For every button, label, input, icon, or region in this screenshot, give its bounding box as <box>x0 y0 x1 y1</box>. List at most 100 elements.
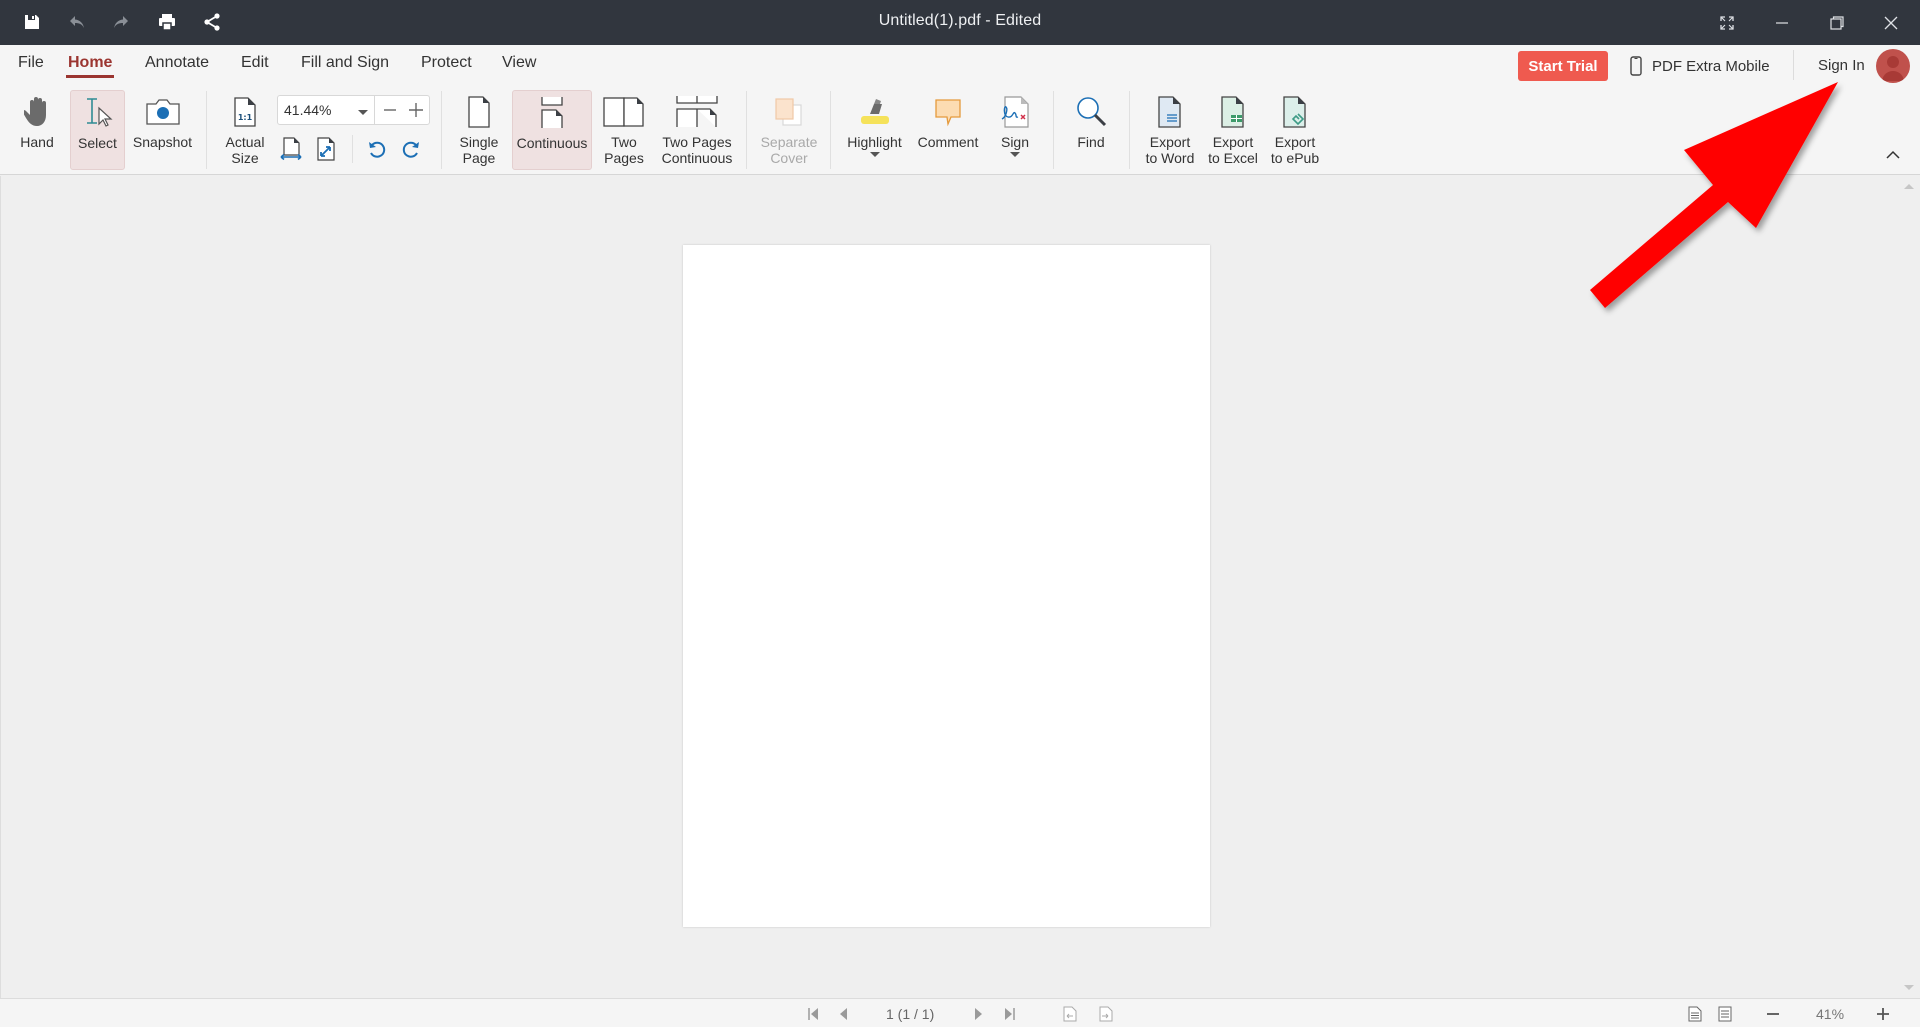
tab-annotate[interactable]: Annotate <box>145 54 209 78</box>
single-page-view-icon <box>1688 1006 1702 1022</box>
last-page-button[interactable] <box>1002 1004 1018 1024</box>
single-page-button[interactable]: Single Page <box>455 90 503 170</box>
fit-page-button[interactable] <box>313 136 339 162</box>
rotate-left-icon <box>369 141 386 158</box>
comment-button[interactable]: Comment <box>914 90 982 170</box>
divider <box>1053 91 1054 169</box>
plus-icon <box>409 103 423 117</box>
actual-size-button[interactable]: 1:1 Actual Size <box>222 90 268 170</box>
hand-label: Hand <box>20 134 54 150</box>
signature-icon <box>1001 96 1029 128</box>
hand-tool-button[interactable]: Hand <box>12 90 62 170</box>
zoom-in-button[interactable] <box>403 98 429 122</box>
zoom-level-input[interactable]: 41.44% <box>284 102 331 118</box>
chevron-down-icon[interactable] <box>869 152 880 157</box>
snapshot-label: Snapshot <box>132 134 193 150</box>
tab-protect[interactable]: Protect <box>421 54 472 78</box>
single-page-view-button[interactable] <box>1687 1004 1703 1024</box>
divider <box>352 135 353 163</box>
vertical-scrollbar[interactable] <box>1897 176 1920 998</box>
status-zoom-percent[interactable]: 41% <box>1816 1006 1844 1022</box>
previous-view-button[interactable] <box>1062 1004 1078 1024</box>
next-view-button[interactable] <box>1098 1004 1114 1024</box>
tab-file[interactable]: File <box>18 54 44 78</box>
fit-width-button[interactable] <box>278 136 304 162</box>
restore-button[interactable] <box>1810 0 1864 45</box>
page-indicator[interactable]: 1 (1 / 1) <box>886 1006 934 1022</box>
fullscreen-button[interactable] <box>1700 0 1754 45</box>
divider <box>374 96 375 124</box>
sign-button[interactable]: Sign <box>990 90 1040 170</box>
first-page-button[interactable] <box>805 1004 821 1024</box>
find-button[interactable]: Find <box>1066 90 1116 170</box>
select-tool-button[interactable]: Select <box>70 90 125 170</box>
tab-view[interactable]: View <box>502 54 536 78</box>
window-title: Untitled(1).pdf - Edited <box>878 12 1042 29</box>
previous-page-icon <box>840 1008 847 1020</box>
separate-cover-label: Separate Cover <box>760 134 818 166</box>
rotate-right-icon <box>402 141 419 158</box>
next-page-button[interactable] <box>972 1004 986 1024</box>
fit-page-icon <box>317 137 335 161</box>
pdf-extra-mobile-link[interactable]: PDF Extra Mobile <box>1630 55 1770 77</box>
close-button[interactable] <box>1864 0 1918 45</box>
divider <box>1793 50 1794 80</box>
divider <box>1129 91 1130 169</box>
start-trial-button[interactable]: Start Trial <box>1518 51 1608 81</box>
actual-size-icon: 1:1 <box>234 97 256 127</box>
comment-icon <box>935 99 961 127</box>
previous-view-icon <box>1063 1006 1077 1022</box>
select-label: Select <box>78 135 117 151</box>
last-page-icon <box>1005 1008 1015 1020</box>
tab-home[interactable]: Home <box>66 54 115 78</box>
minus-icon <box>1767 1013 1779 1015</box>
scroll-up-icon[interactable] <box>1904 184 1914 189</box>
status-zoom-out-button[interactable] <box>1765 1004 1781 1024</box>
highlight-button[interactable]: Highlight <box>842 90 907 170</box>
next-view-icon <box>1099 1006 1113 1022</box>
chevron-down-icon <box>358 109 368 115</box>
highlighter-icon <box>860 99 889 124</box>
zoom-level-combobox[interactable]: 41.44% <box>277 95 430 125</box>
continuous-button[interactable]: Continuous <box>512 90 592 170</box>
two-pages-continuous-button[interactable]: Two Pages Continuous <box>657 90 737 170</box>
tab-edit[interactable]: Edit <box>241 54 269 78</box>
zoom-out-button[interactable] <box>377 98 403 122</box>
export-to-epub-button[interactable]: Export to ePub <box>1267 90 1323 170</box>
excel-document-icon <box>1221 96 1244 128</box>
chevron-down-icon[interactable] <box>1010 152 1020 157</box>
actual-size-label: Actual Size <box>225 134 265 166</box>
continuous-view-button[interactable] <box>1717 1004 1733 1024</box>
single-page-icon <box>468 96 490 128</box>
tab-fill-and-sign[interactable]: Fill and Sign <box>301 54 389 78</box>
sign-label: Sign <box>1000 134 1030 150</box>
epub-document-icon <box>1283 96 1306 128</box>
avatar[interactable] <box>1876 49 1910 83</box>
pdf-page[interactable] <box>683 245 1210 927</box>
status-bar: 1 (1 / 1) 41% <box>0 998 1920 1027</box>
export-to-excel-button[interactable]: Export to Excel <box>1205 90 1261 170</box>
snapshot-button[interactable]: Snapshot <box>130 90 195 170</box>
status-zoom-in-button[interactable] <box>1875 1004 1891 1024</box>
close-icon <box>1884 16 1898 29</box>
two-pages-continuous-icon <box>676 96 718 127</box>
collapse-ribbon-button[interactable] <box>1882 145 1904 163</box>
rotate-right-button[interactable] <box>398 136 424 162</box>
continuous-label: Continuous <box>516 135 588 151</box>
two-pages-icon <box>603 97 644 127</box>
export-to-word-button[interactable]: Export to Word <box>1142 90 1198 170</box>
search-icon <box>1077 97 1107 127</box>
first-page-icon <box>808 1008 818 1020</box>
separate-cover-button[interactable]: Separate Cover <box>755 90 823 170</box>
sign-in-link[interactable]: Sign In <box>1818 57 1865 74</box>
previous-page-button[interactable] <box>836 1004 850 1024</box>
svg-text:1:1: 1:1 <box>238 113 253 122</box>
scroll-down-icon[interactable] <box>1904 985 1914 990</box>
rotate-left-button[interactable] <box>364 136 390 162</box>
user-icon <box>1882 56 1904 81</box>
zoom-dropdown-button[interactable] <box>353 102 373 120</box>
minus-icon <box>384 109 396 111</box>
minimize-button[interactable] <box>1755 0 1809 45</box>
two-pages-button[interactable]: Two Pages <box>599 90 649 170</box>
next-page-icon <box>975 1008 982 1020</box>
